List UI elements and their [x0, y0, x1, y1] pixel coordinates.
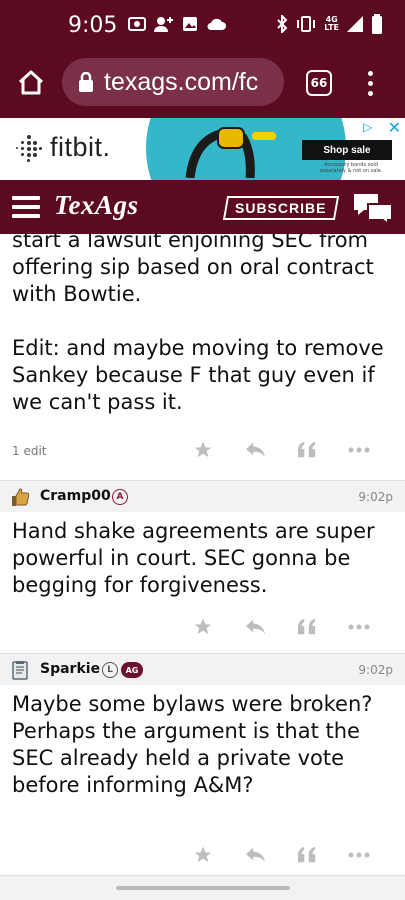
- more-button[interactable]: [333, 613, 385, 641]
- reply-icon: [246, 847, 265, 863]
- quote-icon: [298, 441, 316, 458]
- menu-dot: [367, 80, 373, 86]
- post-text: [12, 308, 393, 335]
- username[interactable]: Sparkie: [40, 661, 100, 677]
- signal-icon: [347, 16, 363, 32]
- actions: [177, 841, 385, 869]
- browser-toolbar: texags.com/fc 66: [0, 52, 405, 118]
- username[interactable]: Cramp00: [40, 488, 111, 504]
- post-text: Hand shake agreements are super powerful…: [12, 519, 375, 597]
- post: Sparkie L AG 9:02p Maybe some bylaws wer…: [0, 653, 405, 875]
- subscribe-button[interactable]: SUBSCRIBE: [222, 196, 340, 220]
- status-time: 9:05: [68, 13, 118, 38]
- home-icon: [18, 70, 44, 95]
- user-badge: A: [112, 489, 128, 505]
- star-icon: [194, 846, 212, 863]
- post-actions: [0, 603, 405, 649]
- lock-icon: [79, 72, 93, 92]
- subscribe-label: SUBSCRIBE: [235, 200, 327, 216]
- cloud-icon: [207, 18, 226, 30]
- image-icon: [183, 17, 197, 31]
- quote-button[interactable]: [281, 436, 333, 464]
- quote-icon: [298, 618, 316, 635]
- post-actions: [0, 829, 405, 875]
- quote-button[interactable]: [281, 613, 333, 641]
- reply-button[interactable]: [229, 841, 281, 869]
- post: start a lawsuit enjoining SEC from offer…: [0, 234, 405, 472]
- add-contact-icon: [154, 17, 173, 32]
- site-logo[interactable]: TexAgs: [54, 190, 139, 221]
- post-body: Maybe some bylaws were broken? Perhaps t…: [0, 685, 405, 799]
- reply-icon: [246, 442, 265, 458]
- post-text: Edit: and maybe moving to remove Sankey …: [12, 336, 384, 414]
- star-button[interactable]: [177, 841, 229, 869]
- menu-dot: [367, 90, 373, 96]
- address-bar[interactable]: texags.com/fc: [62, 58, 284, 106]
- screen-record-icon: [128, 17, 146, 31]
- gesture-navigation-bar[interactable]: [116, 886, 290, 890]
- vibrate-icon: [297, 16, 316, 32]
- star-icon: [194, 618, 212, 635]
- network-type-icon: 4G LTE: [324, 15, 339, 32]
- hamburger-menu-icon[interactable]: [12, 196, 40, 218]
- ad-choices-icon[interactable]: ▷: [363, 120, 379, 134]
- ad-brand: fitbit.: [16, 132, 111, 163]
- reply-button[interactable]: [229, 436, 281, 464]
- post-header: Cramp00 A 9:02p: [0, 480, 405, 512]
- user-badge: L: [102, 662, 118, 678]
- notepad-avatar-icon[interactable]: [10, 660, 30, 680]
- ad-banner[interactable]: fitbit. ▷ ✕ Shop sale Accessory bands so…: [0, 118, 405, 180]
- system-icons: 4G LTE: [276, 14, 383, 34]
- quote-button[interactable]: [281, 841, 333, 869]
- shop-sale-button[interactable]: Shop sale: [302, 140, 392, 160]
- more-horiz-icon: [348, 852, 370, 858]
- thumbs-up-avatar-icon[interactable]: [10, 487, 30, 507]
- post-text: Maybe some bylaws were broken? Perhaps t…: [12, 692, 373, 797]
- more-horiz-icon: [348, 624, 370, 630]
- url-text: texags.com/fc: [104, 67, 259, 96]
- status-bar: 9:05 4G LTE: [0, 0, 405, 52]
- post-body: Hand shake agreements are super powerful…: [0, 512, 405, 599]
- post: Cramp00 A 9:02p Hand shake agreements ar…: [0, 480, 405, 649]
- actions: [177, 613, 385, 641]
- star-button[interactable]: [177, 613, 229, 641]
- edit-note[interactable]: 1 edit: [12, 444, 47, 458]
- thread-content: start a lawsuit enjoining SEC from offer…: [0, 234, 405, 900]
- ad-brand-text: fitbit.: [50, 132, 111, 162]
- star-button[interactable]: [177, 436, 229, 464]
- ad-close-icon[interactable]: ✕: [388, 118, 401, 137]
- post-actions: 1 edit: [0, 432, 405, 472]
- browser-menu-button[interactable]: [360, 66, 380, 100]
- user-badge: AG: [121, 662, 143, 678]
- site-header: TexAgs SUBSCRIBE: [0, 180, 405, 234]
- quote-icon: [298, 846, 316, 863]
- more-vert-icon: [367, 70, 373, 76]
- tab-switcher-button[interactable]: 66: [306, 70, 332, 96]
- post-body: start a lawsuit enjoining SEC from offer…: [0, 234, 405, 416]
- post-time[interactable]: 9:02p: [358, 490, 393, 504]
- fitness-band-image: [185, 127, 276, 178]
- actions: [177, 436, 385, 464]
- more-button[interactable]: [333, 841, 385, 869]
- more-horiz-icon: [348, 447, 370, 453]
- fitbit-logo-icon: [16, 134, 42, 162]
- star-icon: [194, 441, 212, 458]
- chat-icon[interactable]: [352, 192, 394, 224]
- reply-icon: [246, 619, 265, 635]
- battery-icon: [372, 14, 382, 34]
- bluetooth-icon: [277, 15, 288, 33]
- reply-button[interactable]: [229, 613, 281, 641]
- ad-disclaimer: Accessory bands sold separately & not on…: [319, 162, 383, 174]
- post-header: Sparkie L AG 9:02p: [0, 653, 405, 685]
- post-time[interactable]: 9:02p: [358, 663, 393, 677]
- home-button[interactable]: [14, 66, 48, 100]
- post-text: start a lawsuit enjoining SEC from offer…: [12, 234, 374, 306]
- notification-icons: [128, 16, 226, 32]
- more-button[interactable]: [333, 436, 385, 464]
